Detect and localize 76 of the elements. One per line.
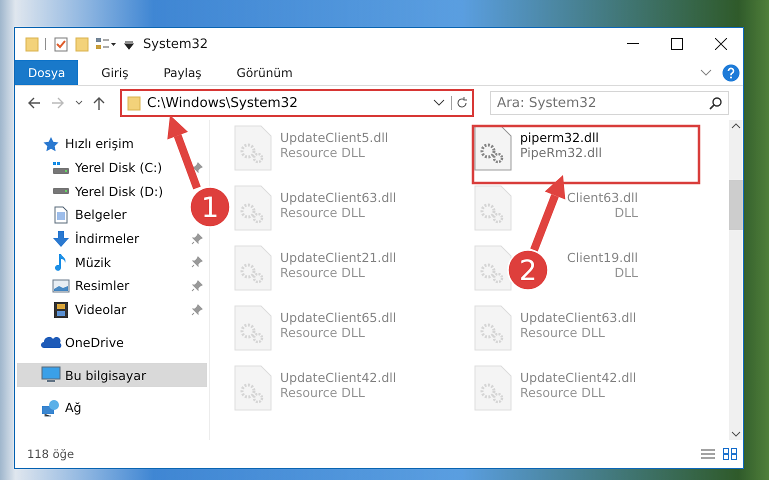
pin-icon[interactable] <box>191 304 203 316</box>
expand-ribbon-icon[interactable] <box>700 68 712 76</box>
dll-file-icon <box>474 125 512 171</box>
minimize-icon <box>627 43 639 45</box>
step-badge: 1 <box>189 186 231 228</box>
file-type: Resource DLL <box>280 385 366 400</box>
help-icon[interactable] <box>722 64 740 82</box>
dll-file-icon <box>234 365 272 411</box>
dll-file-icon <box>234 245 272 291</box>
file-type: Resource DLL <box>280 325 366 340</box>
file-type: Resource DLL <box>280 205 366 220</box>
file-type: Resource DLL <box>520 385 606 400</box>
maximize-icon <box>671 38 683 50</box>
scroll-thumb[interactable] <box>729 180 743 230</box>
pin-icon[interactable] <box>191 232 203 245</box>
file-name[interactable]: piperm32.dll <box>520 130 602 145</box>
sidebar-item[interactable]: Ağ <box>17 396 82 420</box>
sidebar-item[interactable]: Videolar <box>17 298 207 322</box>
document-icon <box>54 206 68 224</box>
large-icons-view-icon[interactable] <box>723 448 737 460</box>
dll-file-icon <box>474 245 512 291</box>
properties-check-icon[interactable] <box>53 36 69 52</box>
dll-file-icon <box>474 305 512 351</box>
pin-icon[interactable] <box>191 280 203 292</box>
sidebar-item[interactable]: Müzik <box>17 250 207 274</box>
sidebar-item[interactable]: Hızlı erişim <box>17 132 134 156</box>
address-field[interactable]: C:\Windows\System32 <box>120 89 474 117</box>
ribbon-tab[interactable]: Paylaş <box>151 60 214 85</box>
step-badge: 2 <box>507 249 549 291</box>
dll-file-icon <box>234 185 272 231</box>
separator-icon <box>45 38 47 50</box>
item-count: 118 öğe <box>27 447 76 461</box>
up-arrow-icon[interactable] <box>93 96 105 110</box>
picture-icon <box>52 278 70 293</box>
file-type: Resource DLL <box>280 145 366 160</box>
dll-file-icon <box>234 125 272 171</box>
drive-icon <box>52 187 70 196</box>
details-view-icon[interactable] <box>701 448 715 460</box>
ribbon-tab[interactable]: Dosya <box>15 60 78 85</box>
window-title: System32 <box>143 36 208 52</box>
folder-icon <box>127 95 141 111</box>
search-icon <box>709 96 722 110</box>
star-icon <box>42 136 60 152</box>
sidebar-item[interactable]: OneDrive <box>17 330 124 354</box>
monitor-icon <box>41 366 61 384</box>
dll-file-icon <box>474 365 512 411</box>
drive-icon <box>52 160 70 175</box>
file-type: Resource DLL <box>280 265 366 280</box>
pin-icon[interactable] <box>191 256 203 268</box>
dll-file-icon <box>234 305 272 351</box>
file-type: DLL <box>613 265 638 280</box>
ribbon-tab[interactable]: Giriş <box>89 60 140 85</box>
recent-locations-icon[interactable] <box>75 100 83 106</box>
sidebar-item[interactable]: Belgeler <box>17 203 127 227</box>
file-type: DLL <box>613 205 638 220</box>
download-arrow-icon <box>52 230 70 248</box>
search-field[interactable]: Ara: System32 <box>490 91 729 115</box>
dropdown-caret-icon[interactable] <box>433 99 445 107</box>
network-icon <box>41 398 61 417</box>
cloud-icon <box>40 335 62 350</box>
ribbon-tab[interactable]: Görünüm <box>224 60 305 85</box>
file-type: Resource DLL <box>520 325 606 340</box>
sidebar-item[interactable]: Yerel Disk (D:) <box>17 179 164 204</box>
dll-file-icon <box>474 185 512 231</box>
list-view-icon[interactable] <box>95 37 117 51</box>
scrollbar[interactable] <box>729 120 743 440</box>
file-type: PipeRm32.dll <box>520 145 602 160</box>
music-note-icon <box>54 253 68 272</box>
sidebar-item[interactable]: Bu bilgisayar <box>17 363 207 387</box>
film-strip-icon <box>53 300 69 319</box>
sidebar-item[interactable]: İndirmeler <box>17 226 207 250</box>
pin-icon[interactable] <box>191 162 203 174</box>
back-arrow-icon[interactable] <box>27 97 41 109</box>
sidebar-item[interactable]: Resimler <box>17 274 207 298</box>
sidebar-item[interactable]: Yerel Disk (C:) <box>17 156 207 180</box>
close-icon <box>715 38 727 50</box>
